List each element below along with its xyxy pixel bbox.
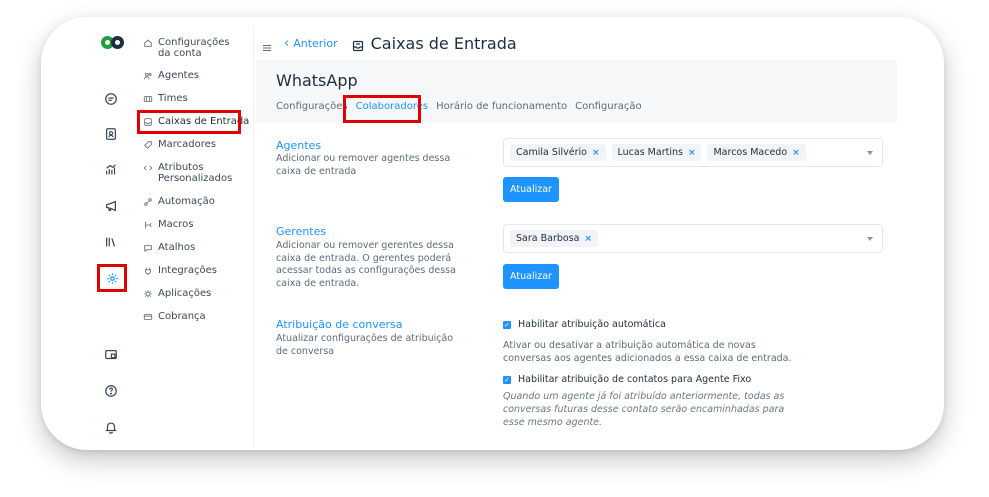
sidebar-item-account-settings[interactable]: Configurações da conta bbox=[143, 37, 243, 59]
agent-tag-label: Marcos Macedo bbox=[713, 147, 788, 158]
sidebar-item-label: Configurações da conta bbox=[158, 37, 230, 59]
sidebar-item-label: Marcadores bbox=[158, 139, 216, 150]
agents-select[interactable]: Camila Silvério × Lucas Martins × Marcos… bbox=[503, 138, 883, 167]
conversations-icon[interactable] bbox=[104, 92, 118, 106]
settings-sidebar bbox=[130, 28, 254, 448]
billing-icon bbox=[143, 312, 153, 322]
remove-tag-icon[interactable]: × bbox=[584, 234, 592, 244]
back-label: Anterior bbox=[293, 36, 338, 50]
agent-tag[interactable]: Lucas Martins × bbox=[611, 144, 702, 161]
sidebar-item-billing[interactable]: Cobrança bbox=[143, 311, 206, 322]
auto-assignment-option[interactable]: ✓ Habilitar atribuição automática bbox=[503, 319, 666, 330]
tab-configuration[interactable]: Configuração bbox=[575, 101, 641, 112]
auto-assignment-checkbox[interactable]: ✓ bbox=[503, 320, 511, 329]
sidebar-item-label: Integrações bbox=[158, 265, 217, 276]
sidebar-item-label: Aplicações bbox=[158, 288, 212, 299]
chevron-left-icon: ‹ bbox=[284, 35, 290, 51]
inbox-icon bbox=[352, 37, 364, 52]
remove-tag-icon[interactable]: × bbox=[792, 148, 800, 158]
agent-tag[interactable]: Camila Silvério × bbox=[510, 144, 606, 161]
sidebar-item-integrations[interactable]: Integrações bbox=[143, 265, 217, 276]
users-icon bbox=[143, 71, 153, 81]
sidebar-item-label: Times bbox=[158, 93, 188, 104]
manager-tag[interactable]: Sara Barbosa × bbox=[510, 230, 599, 247]
inbox-name: WhatsApp bbox=[276, 71, 358, 90]
sidebar-item-label: Macros bbox=[158, 219, 194, 230]
sidebar-item-custom-attributes[interactable]: Atributos Personalizados bbox=[143, 162, 243, 184]
inboxes-highlight-box bbox=[137, 110, 241, 134]
sidebar-item-label: Automação bbox=[158, 196, 215, 207]
chevron-down-icon[interactable] bbox=[867, 237, 873, 241]
sidebar-item-label: Atalhos bbox=[158, 242, 196, 253]
switch-account-icon[interactable] bbox=[104, 348, 118, 362]
agents-title: Agentes bbox=[276, 139, 322, 152]
tab-settings[interactable]: Configurações bbox=[276, 101, 348, 112]
chevron-down-icon[interactable] bbox=[867, 151, 873, 155]
agent-tag-label: Camila Silvério bbox=[516, 147, 587, 158]
macro-icon bbox=[143, 220, 153, 230]
reports-icon[interactable] bbox=[104, 163, 118, 177]
tag-icon bbox=[143, 140, 153, 150]
manager-tag-label: Sara Barbosa bbox=[516, 233, 580, 244]
managers-description: Adicionar ou remover gerentes dessa caix… bbox=[276, 240, 456, 289]
agents-description: Adicionar ou remover agentes dessa caixa… bbox=[276, 153, 451, 177]
library-icon[interactable] bbox=[104, 235, 118, 249]
fixed-agent-checkbox[interactable]: ✓ bbox=[503, 375, 511, 384]
auto-assignment-help: Ativar ou desativar a atribuição automát… bbox=[503, 340, 792, 364]
sidebar-item-applications[interactable]: Aplicações bbox=[143, 288, 211, 299]
collaborators-highlight-box bbox=[343, 95, 421, 123]
sidebar-item-teams[interactable]: Times bbox=[143, 93, 188, 104]
tab-business-hours[interactable]: Horário de funcionamento bbox=[436, 101, 567, 112]
fixed-agent-label: Habilitar atribuição de contatos para Ag… bbox=[518, 374, 752, 385]
team-icon bbox=[143, 94, 153, 104]
sidebar-item-label: Agentes bbox=[158, 70, 199, 81]
update-managers-button[interactable]: Atualizar bbox=[503, 264, 559, 289]
help-icon[interactable] bbox=[104, 384, 118, 398]
agent-tag-label: Lucas Martins bbox=[617, 147, 683, 158]
home-icon bbox=[143, 38, 153, 48]
menu-toggle-icon[interactable] bbox=[262, 38, 272, 51]
automation-icon bbox=[143, 197, 153, 207]
page-title: Caixas de Entrada bbox=[370, 33, 517, 53]
update-agents-button[interactable]: Atualizar bbox=[503, 177, 559, 202]
settings-nav-button[interactable] bbox=[97, 264, 127, 292]
remove-tag-icon[interactable]: × bbox=[592, 148, 600, 158]
page-header: ‹ Anterior Caixas de Entrada bbox=[262, 33, 517, 53]
notifications-bell-icon[interactable] bbox=[104, 420, 118, 434]
fixed-agent-help: Quando um agente já foi atribuído anteri… bbox=[503, 391, 785, 428]
sidebar-item-shortcuts[interactable]: Atalhos bbox=[143, 242, 195, 253]
app-logo[interactable] bbox=[101, 36, 125, 50]
sidebar-item-automation[interactable]: Automação bbox=[143, 196, 215, 207]
inbox-tabs: Configurações Colaboradores Horário de f… bbox=[276, 101, 650, 112]
managers-title: Gerentes bbox=[276, 225, 327, 238]
sidebar-item-labels[interactable]: Marcadores bbox=[143, 139, 216, 150]
apps-icon bbox=[143, 289, 153, 299]
gear-icon bbox=[106, 272, 119, 285]
managers-select[interactable]: Sara Barbosa × bbox=[503, 224, 883, 253]
sidebar-item-macros[interactable]: Macros bbox=[143, 219, 193, 230]
plug-icon bbox=[143, 266, 153, 276]
agent-tag[interactable]: Marcos Macedo × bbox=[707, 144, 806, 161]
remove-tag-icon[interactable]: × bbox=[688, 148, 696, 158]
chat-shortcut-icon bbox=[143, 243, 153, 253]
fixed-agent-option[interactable]: ✓ Habilitar atribuição de contatos para … bbox=[503, 374, 751, 385]
sidebar-item-agents[interactable]: Agentes bbox=[143, 70, 199, 81]
assignment-description: Atualizar configurações de atribuição de… bbox=[276, 333, 454, 357]
assignment-title: Atribuição de conversa bbox=[276, 318, 403, 331]
code-icon bbox=[143, 163, 153, 173]
sidebar-item-label: Atributos Personalizados bbox=[158, 162, 233, 184]
back-button[interactable]: ‹ Anterior bbox=[284, 37, 338, 50]
contacts-icon[interactable] bbox=[104, 127, 118, 141]
campaigns-icon[interactable] bbox=[104, 199, 118, 213]
sidebar-item-label: Cobrança bbox=[158, 311, 206, 322]
auto-assignment-label: Habilitar atribuição automática bbox=[518, 319, 666, 330]
